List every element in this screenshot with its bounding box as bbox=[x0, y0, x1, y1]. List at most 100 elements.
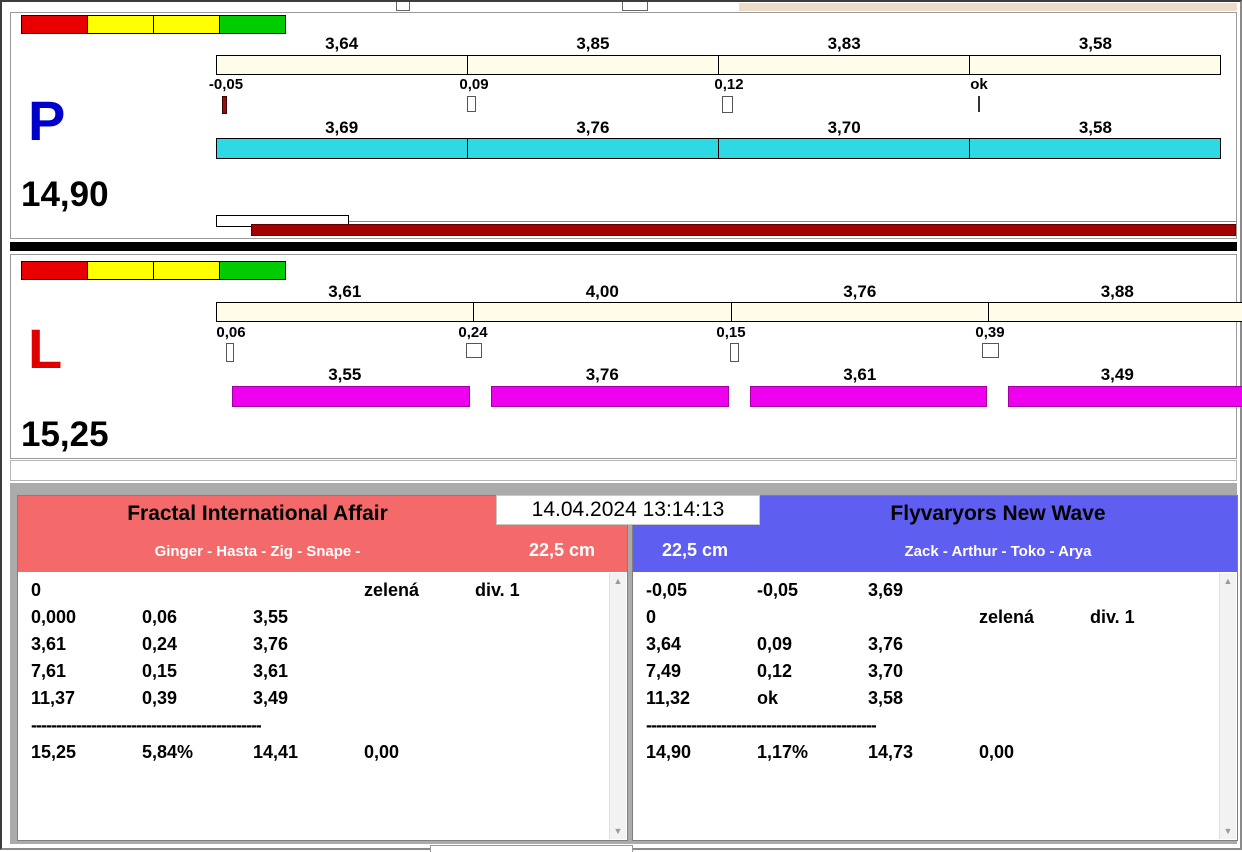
result-cell: 3,76 bbox=[253, 634, 364, 655]
lower-time: 3,49 bbox=[989, 365, 1242, 385]
upper-times-row: 3,64 3,85 3,83 3,58 bbox=[216, 34, 1221, 54]
teams-area: Fractal International Affair Ginger - Ha… bbox=[10, 483, 1237, 844]
upper-split-segment bbox=[988, 302, 1242, 322]
result-cell: 0,39 bbox=[142, 688, 253, 709]
light-green-icon bbox=[219, 261, 286, 280]
result-cell: 7,61 bbox=[31, 661, 142, 682]
tick-marker-icon bbox=[978, 96, 980, 112]
upper-time: 3,64 bbox=[216, 34, 467, 54]
result-cell: 3,61 bbox=[253, 661, 364, 682]
upper-time: 3,76 bbox=[731, 282, 989, 302]
start-lights bbox=[21, 15, 286, 34]
team-results: -0,05-0,053,69 0zelenádiv. 1 3,640,093,7… bbox=[633, 572, 1219, 840]
lower-time: 3,70 bbox=[719, 118, 970, 138]
upper-time: 3,58 bbox=[970, 34, 1221, 54]
result-cell: div. 1 bbox=[1090, 607, 1135, 628]
result-cell: 0,12 bbox=[757, 661, 868, 682]
lower-split-segment bbox=[232, 386, 470, 407]
result-cell: 7,49 bbox=[646, 661, 757, 682]
summary-penalty: 0,00 bbox=[364, 742, 399, 763]
start-lights bbox=[21, 261, 286, 280]
lower-split-bar bbox=[216, 386, 1242, 407]
result-row: 11,370,393,49 bbox=[31, 688, 609, 715]
result-cell: 3,58 bbox=[868, 688, 979, 709]
lower-split-segment bbox=[467, 138, 719, 159]
change-box-icon bbox=[982, 343, 999, 358]
light-red-icon bbox=[21, 15, 88, 34]
upper-split-bar bbox=[216, 55, 1221, 75]
light-green-icon bbox=[219, 15, 286, 34]
summary-total: 14,90 bbox=[646, 742, 757, 763]
upper-split-segment bbox=[216, 55, 468, 75]
lower-time: 3,55 bbox=[216, 365, 474, 385]
result-cell: 3,55 bbox=[253, 607, 364, 628]
light-red-icon bbox=[21, 261, 88, 280]
scrollbar[interactable]: ▲ ▼ bbox=[1219, 573, 1236, 839]
result-cell: zelená bbox=[364, 580, 475, 601]
team-panel-right: Flyvaryors New Wave Zack - Arthur - Toko… bbox=[632, 495, 1238, 841]
result-cell: 0,000 bbox=[31, 607, 142, 628]
team-name: Fractal International Affair bbox=[18, 502, 497, 526]
lane-divider bbox=[10, 242, 1237, 251]
upper-split-bar bbox=[216, 302, 1242, 322]
upper-split-segment bbox=[718, 55, 970, 75]
result-cell: 3,49 bbox=[253, 688, 364, 709]
light-yellow-icon bbox=[153, 261, 220, 280]
change-time: 0,15 bbox=[716, 324, 745, 341]
result-cell: 3,70 bbox=[868, 661, 979, 682]
change-markers-row bbox=[216, 343, 1242, 363]
change-box-icon bbox=[722, 96, 733, 113]
team-members: Ginger - Hasta - Zig - Snape - bbox=[18, 543, 497, 560]
summary-net: 14,73 bbox=[868, 742, 979, 763]
upper-split-segment bbox=[467, 55, 719, 75]
fault-marker-icon bbox=[222, 96, 227, 114]
result-row: 7,490,123,70 bbox=[646, 661, 1219, 688]
change-times-row: 0,06 0,24 0,15 0,39 bbox=[216, 324, 1242, 340]
window-edge-strip bbox=[739, 3, 1237, 11]
summary-row: 15,255,84%14,410,00 bbox=[31, 742, 609, 769]
window-edge-tab bbox=[396, 2, 410, 11]
summary-penalty: 0,00 bbox=[979, 742, 1014, 763]
result-row: 0,0000,063,55 bbox=[31, 607, 609, 634]
empty-strip bbox=[10, 460, 1237, 481]
progress-track bbox=[216, 221, 1236, 222]
change-time: -0,05 bbox=[209, 76, 243, 93]
progress-bar bbox=[251, 224, 1236, 236]
lane-letter: P bbox=[28, 93, 65, 149]
lane-total-time: 15,25 bbox=[21, 415, 109, 455]
lower-split-segment bbox=[750, 386, 988, 407]
scroll-up-icon[interactable]: ▲ bbox=[1220, 574, 1236, 588]
summary-percent: 1,17% bbox=[757, 742, 868, 763]
change-time: 0,06 bbox=[216, 324, 245, 341]
upper-time: 4,00 bbox=[474, 282, 732, 302]
scroll-down-icon[interactable]: ▼ bbox=[1220, 824, 1236, 838]
result-row: 3,610,243,76 bbox=[31, 634, 609, 661]
lane-letter: L bbox=[28, 321, 62, 377]
lower-time: 3,58 bbox=[970, 118, 1221, 138]
light-yellow-icon bbox=[87, 261, 154, 280]
lower-times-row: 3,55 3,76 3,61 3,49 bbox=[216, 365, 1242, 385]
change-time: 0,09 bbox=[459, 76, 488, 93]
upper-split-segment bbox=[216, 302, 474, 322]
upper-split-segment bbox=[969, 55, 1221, 75]
result-cell: 11,37 bbox=[31, 688, 142, 709]
summary-total: 15,25 bbox=[31, 742, 142, 763]
jump-height: 22,5 cm bbox=[497, 540, 627, 561]
result-cell: 0 bbox=[646, 607, 757, 628]
result-cell: 0,06 bbox=[142, 607, 253, 628]
upper-time: 3,83 bbox=[719, 34, 970, 54]
lower-split-segment bbox=[216, 138, 468, 159]
team-results: 0zelenádiv. 1 0,0000,063,55 3,610,243,76… bbox=[18, 572, 609, 840]
team-panel-left: Fractal International Affair Ginger - Ha… bbox=[17, 495, 628, 841]
change-box-icon bbox=[467, 96, 476, 112]
scroll-down-icon[interactable]: ▼ bbox=[610, 824, 626, 838]
team-members: Zack - Arthur - Toko - Arya bbox=[759, 543, 1237, 560]
result-row: 11,32ok3,58 bbox=[646, 688, 1219, 715]
results-separator: ----------------------------------------… bbox=[646, 715, 1219, 742]
scrollbar[interactable]: ▲ ▼ bbox=[609, 573, 626, 839]
result-cell: zelená bbox=[979, 607, 1090, 628]
upper-time: 3,61 bbox=[216, 282, 474, 302]
change-times-row: -0,05 0,09 0,12 ok bbox=[216, 76, 1221, 92]
light-yellow-icon bbox=[87, 15, 154, 34]
scroll-up-icon[interactable]: ▲ bbox=[610, 574, 626, 588]
